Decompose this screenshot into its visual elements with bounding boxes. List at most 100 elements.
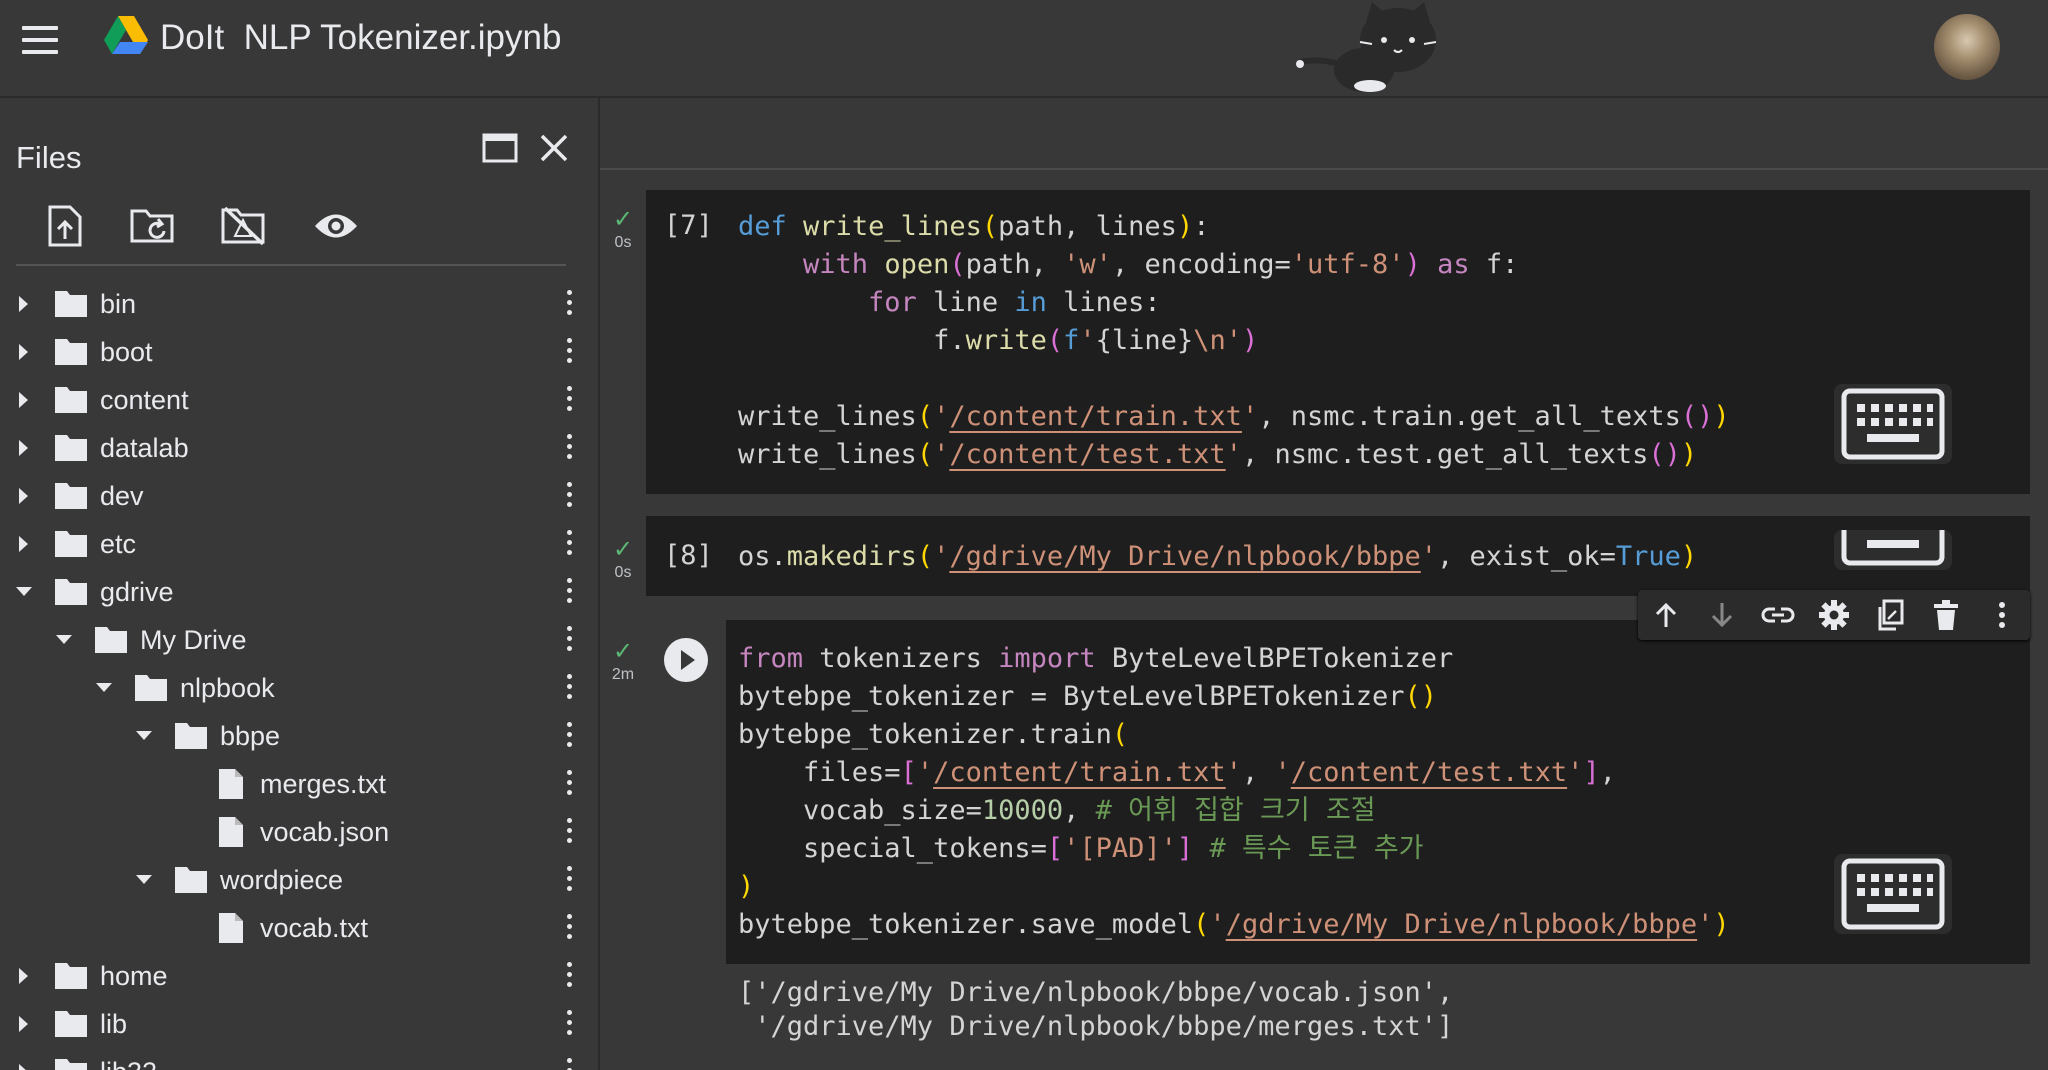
cell-duration: 0s [614, 564, 632, 581]
tree-item-label: home [100, 960, 168, 991]
tree-item-label: vocab.json [260, 816, 390, 847]
gear-icon[interactable] [1814, 595, 1854, 635]
tree-item[interactable]: boot [0, 328, 598, 376]
tree-item[interactable]: etc [0, 520, 598, 568]
more-vert-icon[interactable] [562, 338, 576, 366]
tree-item[interactable]: bbpe [0, 712, 598, 760]
caret-down-icon[interactable] [12, 580, 36, 604]
cat-decoration-icon [1290, 0, 1450, 101]
run-cell-button[interactable] [664, 638, 708, 682]
caret-down-icon[interactable] [132, 724, 156, 748]
more-vert-icon[interactable] [562, 866, 576, 894]
more-vert-icon[interactable] [562, 1010, 576, 1038]
caret-down-icon[interactable] [92, 676, 116, 700]
close-icon[interactable] [534, 128, 574, 168]
eye-icon[interactable] [310, 202, 362, 250]
keyboard-icon[interactable] [1834, 384, 1952, 464]
caret-right-icon[interactable] [12, 484, 36, 508]
more-vert-icon[interactable] [562, 578, 576, 606]
cell-code[interactable]: def write_lines(path, lines): with open(… [738, 208, 1730, 474]
more-vert-icon[interactable] [562, 1058, 576, 1070]
tree-item-label: bbpe [220, 720, 281, 751]
more-vert-icon[interactable] [562, 674, 576, 702]
caret-right-icon[interactable] [12, 964, 36, 988]
more-vert-icon[interactable] [562, 722, 576, 750]
caret-right-icon[interactable] [12, 1060, 36, 1070]
more-vert-icon[interactable] [562, 482, 576, 510]
hide-drive-icon[interactable] [218, 202, 268, 250]
tree-item[interactable]: content [0, 376, 598, 424]
check-icon: ✓ [612, 206, 634, 233]
notebook-title[interactable]: DoIt NLP Tokenizer.ipynb [160, 18, 561, 58]
more-vert-icon[interactable] [562, 770, 576, 798]
trash-icon[interactable] [1926, 595, 1966, 635]
folder-icon [54, 961, 88, 991]
more-vert-icon[interactable] [1982, 595, 2022, 635]
tree-item-label: dev [100, 480, 144, 511]
arrow-up-icon[interactable] [1646, 595, 1686, 635]
refresh-folder-icon[interactable] [128, 202, 178, 250]
folder-icon [54, 529, 88, 559]
caret-right-icon[interactable] [12, 388, 36, 412]
tree-item[interactable]: datalab [0, 424, 598, 472]
folder-icon [54, 289, 88, 319]
cell-status: ✓ 2m [600, 640, 646, 684]
more-vert-icon[interactable] [562, 530, 576, 558]
more-vert-icon[interactable] [562, 962, 576, 990]
tree-item[interactable]: vocab.txt [0, 904, 598, 952]
folder-icon [174, 865, 208, 895]
folder-icon [54, 337, 88, 367]
more-vert-icon[interactable] [562, 386, 576, 414]
mirror-cell-icon[interactable] [1870, 595, 1910, 635]
more-vert-icon[interactable] [562, 818, 576, 846]
caret-down-icon[interactable] [132, 868, 156, 892]
tree-item[interactable]: lib [0, 1000, 598, 1048]
caret-right-icon[interactable] [12, 292, 36, 316]
tree-item[interactable]: home [0, 952, 598, 1000]
tree-item-label: My Drive [140, 624, 247, 655]
folder-icon [134, 673, 168, 703]
output-line: ['/gdrive/My Drive/nlpbook/bbpe/vocab.js… [738, 977, 1454, 1008]
keyboard-icon[interactable] [1834, 530, 1952, 570]
tree-item-label: nlpbook [180, 672, 275, 703]
file-icon [214, 769, 248, 799]
tree-item[interactable]: gdrive [0, 568, 598, 616]
menu-icon[interactable] [22, 26, 58, 56]
caret-down-icon[interactable] [52, 628, 76, 652]
folder-icon [54, 1009, 88, 1039]
tree-item-label: merges.txt [260, 768, 387, 799]
arrow-down-icon[interactable] [1702, 595, 1742, 635]
tree-item[interactable]: dev [0, 472, 598, 520]
keyboard-icon[interactable] [1834, 854, 1952, 934]
tree-item[interactable]: vocab.json [0, 808, 598, 856]
upload-icon[interactable] [40, 202, 88, 250]
cell-prompt: [7] [664, 210, 713, 241]
cell-code[interactable]: os.makedirs('/gdrive/My Drive/nlpbook/bb… [738, 538, 1697, 576]
file-tree: bin boot content datalab dev etc gdrive My Driv… [0, 280, 598, 1070]
tree-item[interactable]: merges.txt [0, 760, 598, 808]
open-in-tab-icon[interactable] [480, 128, 520, 168]
caret-right-icon[interactable] [12, 340, 36, 364]
tree-item-label: vocab.txt [260, 912, 369, 943]
cell-code[interactable]: from tokenizers import ByteLevelBPEToken… [738, 640, 1730, 944]
more-vert-icon[interactable] [562, 626, 576, 654]
tree-item-label: boot [100, 336, 153, 367]
caret-right-icon[interactable] [12, 1012, 36, 1036]
more-vert-icon[interactable] [562, 290, 576, 318]
caret-right-icon[interactable] [12, 436, 36, 460]
link-icon[interactable] [1758, 595, 1798, 635]
tree-item[interactable]: wordpiece [0, 856, 598, 904]
more-vert-icon[interactable] [562, 434, 576, 462]
tree-item[interactable]: bin [0, 280, 598, 328]
notebook-toolbar [600, 98, 2048, 170]
caret-right-icon[interactable] [12, 532, 36, 556]
tree-item[interactable]: lib32 [0, 1048, 598, 1070]
cell-duration: 0s [614, 234, 632, 251]
more-vert-icon[interactable] [562, 914, 576, 942]
account-avatar[interactable] [1934, 14, 2000, 80]
folder-icon [174, 721, 208, 751]
tree-item[interactable]: nlpbook [0, 664, 598, 712]
toolbar-divider [16, 264, 566, 266]
folder-icon [54, 433, 88, 463]
tree-item[interactable]: My Drive [0, 616, 598, 664]
